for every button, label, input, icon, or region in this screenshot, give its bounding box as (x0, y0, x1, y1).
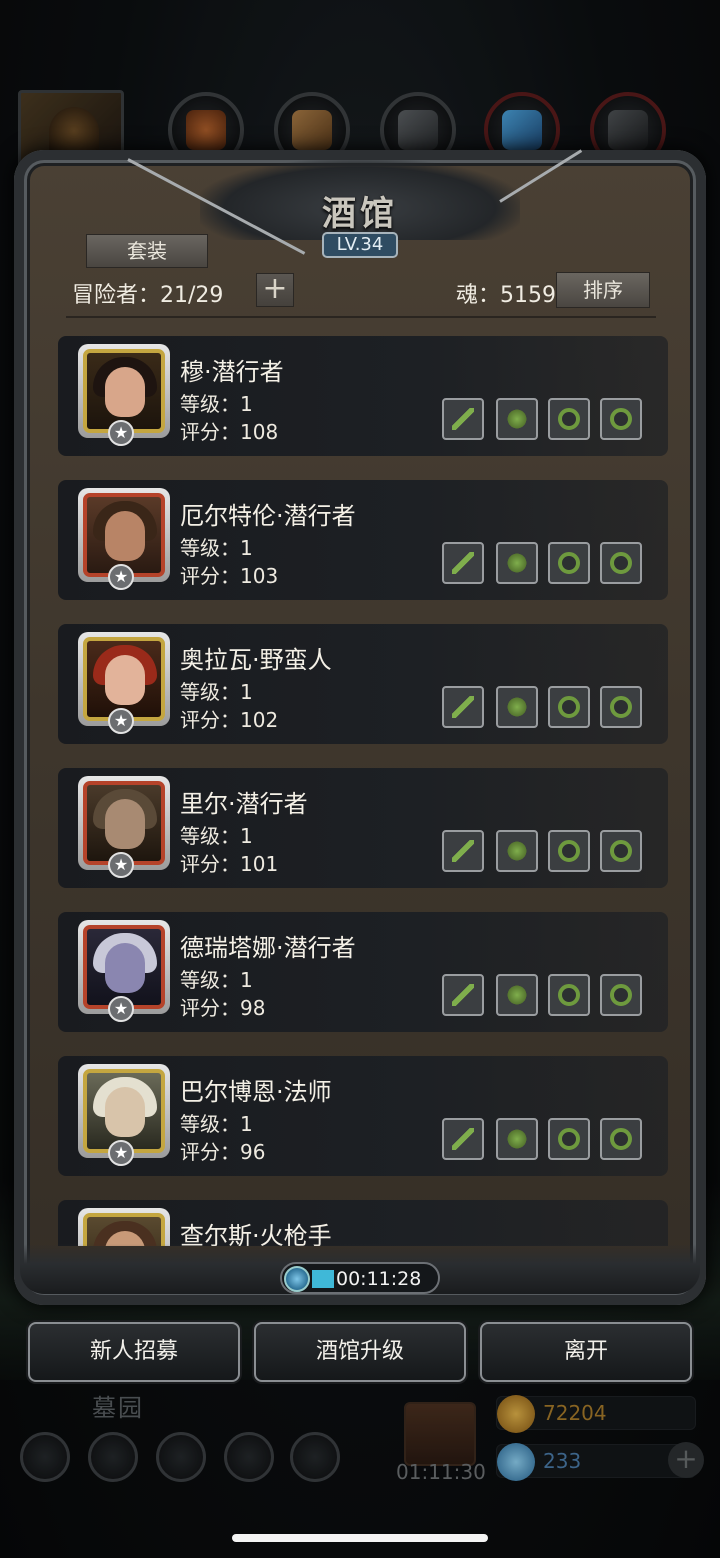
panel-title: 酒馆 (322, 194, 398, 234)
weapon-slot[interactable] (442, 542, 484, 584)
tavern-level-badge: LV.34 (322, 232, 398, 258)
upgrade-tavern-button[interactable]: 酒馆升级 (254, 1322, 466, 1382)
armor-slot[interactable] (496, 1118, 538, 1160)
ring-slot[interactable] (600, 398, 642, 440)
hero-name: 穆·潜行者 (180, 358, 284, 386)
weapon-slot[interactable] (442, 974, 484, 1016)
hero-list[interactable]: ★ 穆·潜行者 等级：1 评分：108 ★ 厄尔特伦·潜行者 等级：1 评分：1… (58, 336, 668, 1246)
armor-slot[interactable] (496, 398, 538, 440)
sword-icon (452, 552, 474, 574)
hero-level: 等级：1 (180, 536, 253, 560)
recruit-button[interactable]: 新人招募 (28, 1322, 240, 1382)
sword-icon (452, 840, 474, 862)
hero-card[interactable]: ★ 穆·潜行者 等级：1 评分：108 (58, 336, 668, 456)
ring-icon (610, 1128, 632, 1150)
ring-slot[interactable] (600, 1118, 642, 1160)
ring-slot[interactable] (548, 974, 590, 1016)
soul-count: 魂：5159 (456, 283, 556, 308)
weapon-slot[interactable] (442, 398, 484, 440)
ring-slot[interactable] (600, 830, 642, 872)
star-icon: ★ (108, 996, 134, 1022)
hero-name: 奥拉瓦·野蛮人 (180, 646, 332, 674)
timer-progress (312, 1270, 334, 1288)
clock-icon (284, 1266, 310, 1292)
add-slot-button[interactable]: + (256, 273, 294, 307)
axe-slot[interactable] (442, 686, 484, 728)
hero-card[interactable]: ★ 里尔·潜行者 等级：1 评分：101 (58, 768, 668, 888)
ring-slot[interactable] (548, 1118, 590, 1160)
hero-level: 等级：1 (180, 1112, 253, 1136)
ring-slot[interactable] (548, 398, 590, 440)
adventurer-count: 冒险者：21/29 (72, 283, 224, 308)
hero-name: 德瑞塔娜·潜行者 (180, 934, 356, 962)
ring-icon (558, 552, 580, 574)
ring-icon (610, 840, 632, 862)
staff-icon (452, 1128, 474, 1150)
refresh-timer: 00:11:28 (280, 1262, 440, 1294)
hero-level: 等级：1 (180, 824, 253, 848)
armor-icon (506, 408, 528, 430)
ring-icon (610, 696, 632, 718)
hero-card[interactable]: ★ 巴尔博恩·法师 等级：1 评分：96 (58, 1056, 668, 1176)
hero-score: 评分：102 (180, 708, 279, 732)
star-icon: ★ (108, 852, 134, 878)
ring-icon (558, 1128, 580, 1150)
hero-score: 评分：101 (180, 852, 279, 876)
sort-button[interactable]: 排序 (556, 272, 650, 308)
armor-slot[interactable] (496, 830, 538, 872)
hero-score: 评分：103 (180, 564, 279, 588)
sword-icon (452, 984, 474, 1006)
ring-icon (558, 408, 580, 430)
star-icon: ★ (108, 564, 134, 590)
hero-score: 评分：96 (180, 1140, 266, 1164)
hero-portrait (78, 1208, 170, 1246)
hero-level: 等级：1 (180, 968, 253, 992)
hero-name: 里尔·潜行者 (180, 790, 308, 818)
armor-slot[interactable] (496, 542, 538, 584)
hero-name: 厄尔特伦·潜行者 (180, 502, 356, 530)
ring-icon (610, 552, 632, 574)
ring-slot[interactable] (600, 542, 642, 584)
axe-icon (452, 696, 474, 718)
armor-slot[interactable] (496, 686, 538, 728)
hero-card[interactable]: 查尔斯·火枪手 (58, 1200, 668, 1246)
timer-text: 00:11:28 (336, 1268, 422, 1290)
hero-level: 等级：1 (180, 680, 253, 704)
header-divider (66, 316, 656, 318)
ring-slot[interactable] (600, 686, 642, 728)
hero-level: 等级：1 (180, 392, 253, 416)
star-icon: ★ (108, 708, 134, 734)
sword-icon (452, 408, 474, 430)
ring-icon (610, 984, 632, 1006)
armor-icon (506, 840, 528, 862)
hero-name: 巴尔博恩·法师 (180, 1078, 332, 1106)
home-indicator[interactable] (232, 1534, 488, 1542)
star-icon: ★ (108, 1140, 134, 1166)
set-tab-button[interactable]: 套装 (86, 234, 208, 268)
ring-icon (558, 984, 580, 1006)
armor-icon (506, 552, 528, 574)
ring-icon (558, 696, 580, 718)
weapon-slot[interactable] (442, 830, 484, 872)
armor-icon (506, 1128, 528, 1150)
armor-slot[interactable] (496, 974, 538, 1016)
ring-icon (558, 840, 580, 862)
ring-slot[interactable] (548, 830, 590, 872)
ring-slot[interactable] (548, 542, 590, 584)
staff-slot[interactable] (442, 1118, 484, 1160)
hero-card[interactable]: ★ 德瑞塔娜·潜行者 等级：1 评分：98 (58, 912, 668, 1032)
hero-name: 查尔斯·火枪手 (180, 1222, 332, 1246)
ring-icon (610, 408, 632, 430)
hero-card[interactable]: ★ 厄尔特伦·潜行者 等级：1 评分：103 (58, 480, 668, 600)
ring-slot[interactable] (600, 974, 642, 1016)
ring-slot[interactable] (548, 686, 590, 728)
hero-score: 评分：108 (180, 420, 279, 444)
hero-card[interactable]: ★ 奥拉瓦·野蛮人 等级：1 评分：102 (58, 624, 668, 744)
leave-button[interactable]: 离开 (480, 1322, 692, 1382)
hero-score: 评分：98 (180, 996, 266, 1020)
star-icon: ★ (108, 420, 134, 446)
armor-icon (506, 984, 528, 1006)
armor-icon (506, 696, 528, 718)
